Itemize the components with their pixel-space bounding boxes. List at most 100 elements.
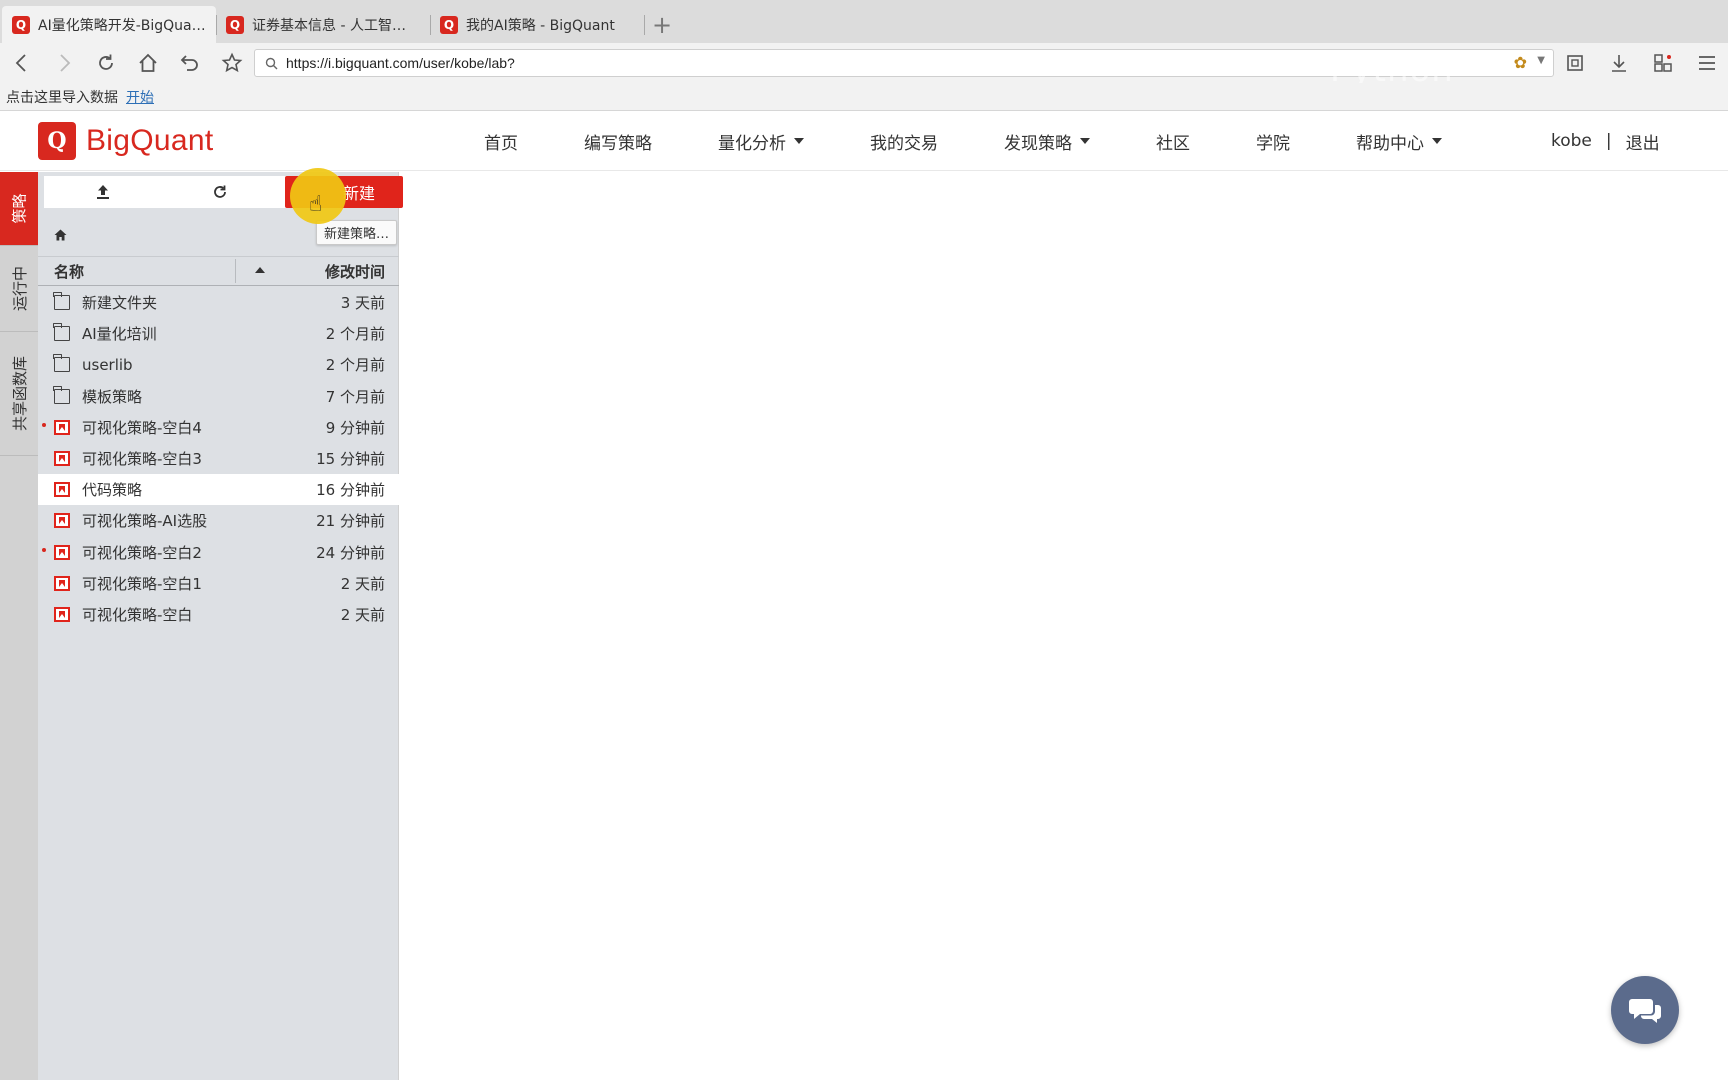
url-text[interactable]: https://i.bigquant.com/user/kobe/lab? (286, 55, 515, 71)
nav-label: 编写策略 (584, 133, 652, 154)
folder-row[interactable]: AI量化培训 2 个月前 (38, 318, 399, 349)
running-indicator-dot (42, 547, 46, 552)
refresh-button[interactable] (161, 176, 278, 208)
site-header: Q BigQuant 首页 编写策略 量化分析 我的交易 发现策略 社区 学院 … (0, 111, 1728, 171)
side-tab-strategies[interactable]: 策略 (0, 172, 38, 246)
browser-tab[interactable]: Q 证券基本信息 - 人工智… (216, 6, 430, 43)
import-bookmarks-prompt: 点击这里导入数据 (6, 89, 118, 106)
strategy-row[interactable]: 可视化策略-空白2 24 分钟前 (38, 537, 399, 568)
nav-label: 社区 (1156, 133, 1190, 154)
nav-label: 我的交易 (870, 133, 938, 154)
nav-home[interactable]: 首页 (484, 129, 518, 154)
strategy-file-icon (54, 513, 70, 529)
new-tab-button[interactable]: + (644, 6, 680, 43)
file-modified-time: 15 分钟前 (316, 450, 385, 469)
download-button[interactable] (1598, 43, 1640, 83)
back-button[interactable] (2, 43, 42, 83)
folder-row[interactable]: 新建文件夹 3 天前 (38, 287, 399, 318)
forward-arrow-icon (60, 54, 71, 72)
file-name[interactable]: 模板策略 (82, 386, 142, 407)
forward-button[interactable] (44, 43, 84, 83)
logout-link[interactable]: 退出 (1626, 129, 1660, 154)
sort-ascending-icon[interactable] (255, 267, 265, 273)
home-icon (139, 53, 157, 72)
home-button[interactable] (128, 43, 168, 83)
browser-tab-bar: Q AI量化策略开发-BigQua… Q 证券基本信息 - 人工智… Q 我的A… (0, 0, 1728, 43)
logo-mark: Q (38, 122, 76, 160)
import-start-link[interactable]: 开始 (126, 87, 154, 107)
screenshot-button[interactable] (1554, 43, 1596, 83)
strategy-row[interactable]: 可视化策略-空白 2 天前 (38, 599, 399, 630)
tab-title: 我的AI策略 - BigQuant (466, 17, 615, 34)
user-area: kobe | 退出 (1551, 111, 1660, 171)
menu-button[interactable] (1686, 43, 1728, 83)
column-name-header[interactable]: 名称 (54, 261, 84, 282)
apps-grid-icon (1654, 54, 1672, 72)
strategy-file-icon (54, 544, 70, 560)
strategy-row[interactable]: 可视化策略-AI选股 21 分钟前 (38, 505, 399, 536)
strategy-file-icon (54, 606, 70, 622)
undo-close-button[interactable] (170, 43, 210, 83)
file-name[interactable]: 新建文件夹 (82, 292, 157, 313)
nav-discover-strategy[interactable]: 发现策略 (1004, 129, 1090, 154)
reload-icon (99, 54, 113, 70)
extension-bee-icon[interactable]: ✿ (1514, 53, 1527, 72)
nav-help-center[interactable]: 帮助中心 (1356, 129, 1442, 154)
nav-label: 量化分析 (718, 133, 786, 154)
file-name[interactable]: 可视化策略-空白3 (82, 448, 202, 469)
file-modified-time: 2 个月前 (325, 325, 385, 344)
extensions-button[interactable] (1642, 43, 1684, 83)
file-name[interactable]: 可视化策略-空白4 (82, 417, 202, 438)
main-nav: 首页 编写策略 量化分析 我的交易 发现策略 社区 学院 帮助中心 (484, 111, 1508, 171)
nav-quant-analysis[interactable]: 量化分析 (718, 129, 804, 154)
address-bar[interactable]: https://i.bigquant.com/user/kobe/lab? ✿ … (254, 49, 1554, 77)
column-modified-header[interactable]: 修改时间 (325, 261, 385, 282)
file-modified-time: 2 天前 (340, 574, 385, 593)
file-name[interactable]: 代码策略 (82, 479, 142, 500)
strategy-row[interactable]: 可视化策略-空白1 2 天前 (38, 568, 399, 599)
folder-row[interactable]: 模板策略 7 个月前 (38, 381, 399, 412)
upload-button[interactable] (44, 176, 161, 208)
browser-toolbar: https://i.bigquant.com/user/kobe/lab? ✿ … (0, 43, 1728, 83)
side-tab-shared-functions[interactable]: 共享函数库 (0, 332, 38, 456)
strategy-row[interactable]: 代码策略 16 分钟前 (38, 474, 399, 506)
strategy-file-icon (54, 450, 70, 466)
bigquant-favicon-icon: Q (226, 15, 244, 34)
file-name[interactable]: AI量化培训 (82, 323, 157, 344)
file-name[interactable]: 可视化策略-空白 (82, 604, 192, 625)
file-browser-panel: 新建 新建策略… 名称 修改时间 新建文件夹 3 天前 AI量化培训 2 个月前 use… (38, 172, 403, 1080)
file-name[interactable]: 可视化策略-空白1 (82, 573, 202, 594)
file-name[interactable]: 可视化策略-AI选股 (82, 510, 207, 531)
hamburger-menu-icon (1699, 56, 1715, 70)
reload-button[interactable] (86, 43, 126, 83)
file-list: 新建文件夹 3 天前 AI量化培训 2 个月前 userlib 2 个月前 模板策略 7 个月… (38, 287, 399, 630)
home-icon[interactable] (54, 229, 67, 241)
nav-academy[interactable]: 学院 (1256, 129, 1290, 154)
username-link[interactable]: kobe (1551, 131, 1592, 151)
file-name[interactable]: 可视化策略-空白2 (82, 542, 202, 563)
folder-row[interactable]: userlib 2 个月前 (38, 349, 399, 380)
browser-tab[interactable]: Q AI量化策略开发-BigQua… (2, 6, 216, 43)
side-tab-strip: 策略 运行中 共享函数库 (0, 172, 38, 1080)
strategy-file-icon (54, 419, 70, 435)
nav-my-trading[interactable]: 我的交易 (870, 129, 938, 154)
browser-tab[interactable]: Q 我的AI策略 - BigQuant (430, 6, 644, 43)
strategy-row[interactable]: 可视化策略-空白3 15 分钟前 (38, 443, 399, 474)
bigquant-favicon-icon: Q (440, 15, 458, 34)
bookmark-star-button[interactable] (212, 43, 252, 83)
dropdown-caret-icon (1432, 138, 1442, 144)
chevron-down-icon[interactable]: ▼ (1537, 55, 1545, 66)
folder-icon (53, 354, 70, 373)
nav-community[interactable]: 社区 (1156, 129, 1190, 154)
file-modified-time: 16 分钟前 (316, 481, 385, 500)
column-divider (235, 259, 236, 283)
file-name[interactable]: userlib (82, 356, 133, 374)
side-tab-running[interactable]: 运行中 (0, 246, 38, 332)
side-tab-label: 共享函数库 (10, 355, 29, 432)
file-modified-time: 7 个月前 (325, 387, 385, 406)
chat-support-button[interactable] (1611, 976, 1679, 1044)
nav-write-strategy[interactable]: 编写策略 (584, 129, 652, 154)
strategy-row[interactable]: 可视化策略-空白4 9 分钟前 (38, 412, 399, 443)
bigquant-logo[interactable]: Q BigQuant (38, 122, 213, 160)
dropdown-caret-icon (794, 138, 804, 144)
